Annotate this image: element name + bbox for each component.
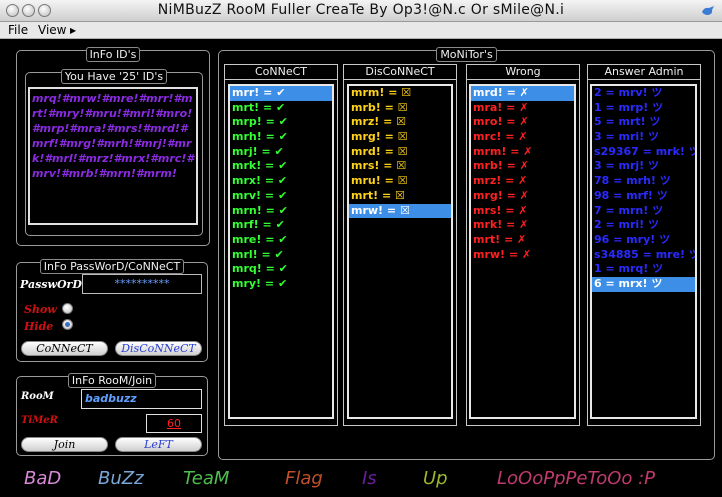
window-title: NiMBuzZ RooM Fuller CreaTe By Op3!@N.c O… [157,2,565,18]
wrong-list[interactable]: mrd! = ✗ mra! = ✗ mro! = ✗ mrc! = ✗ mrm! = ✗… [469,84,576,419]
wrong-list-item[interactable]: mra! = ✗ [471,101,574,116]
connect-list-item[interactable]: mrk! = ✔ [230,159,332,174]
footer-word: BuZz [98,468,144,489]
answer-panel-title: Answer Admin [588,65,700,80]
wrong-list-item[interactable]: mrt! = ✗ [471,233,574,248]
answer-list-item[interactable]: 3 = mrj! ツ [592,159,695,174]
connect-list-item[interactable]: mrf! = ✔ [230,218,332,233]
menu-bar: File View ▶ [0,22,722,39]
footer-word: Is [362,468,377,489]
password-label: PasswOrD [20,278,82,291]
wrong-list-item[interactable]: mro! = ✗ [471,115,574,130]
disconnect-list-item[interactable]: mrg! = ☒ [349,130,451,145]
info-ids-title: InFo ID's [85,47,141,62]
app-icon [702,6,714,15]
wrong-list-item[interactable]: mrw! = ✗ [471,248,574,263]
connect-list-item[interactable]: mrq! = ✔ [230,262,332,277]
disconnect-button[interactable]: DisCoNNeCT [115,341,202,356]
wrong-list-item[interactable]: mrk! = ✗ [471,218,574,233]
footer-word: TeaM [183,468,230,489]
menu-view[interactable]: View [38,23,66,37]
join-button[interactable]: Join [21,437,108,452]
wrong-list-item[interactable]: mrb! = ✗ [471,159,574,174]
connect-list-item[interactable]: mrl! = ✔ [230,248,332,263]
connect-list-item[interactable]: mrj! = ✔ [230,145,332,160]
disconnect-list-item[interactable]: mrs! = ☒ [349,159,451,174]
answer-list-item[interactable]: 3 = mri! ツ [592,130,695,145]
answer-list-item[interactable]: 1 = mrp! ツ [592,101,695,116]
room-input[interactable]: badbuzz [81,389,202,409]
monitor-title: MoNiTor's [436,47,497,62]
connect-list-item[interactable]: mrp! = ✔ [230,115,332,130]
connect-list-item[interactable]: mrt! = ✔ [230,101,332,116]
connect-list-item[interactable]: mrx! = ✔ [230,174,332,189]
hide-label: Hide [24,320,54,333]
disconnect-list-item[interactable]: mrz! = ☒ [349,115,451,130]
footer-word: BaD [24,468,62,489]
footer-word: Flag [285,468,323,489]
disconnect-list-item[interactable]: mrd! = ☒ [349,145,451,160]
show-radio[interactable] [62,303,73,314]
answer-list-item[interactable]: 2 = mri! ツ [592,218,695,233]
menu-file[interactable]: File [8,23,28,37]
answer-list-item[interactable]: 98 = mrf! ツ [592,189,695,204]
connect-panel-title: CoNNeCT [225,65,337,80]
wrong-list-item[interactable]: mrs! = ✗ [471,204,574,219]
ids-count-label: You Have '25' ID's [60,69,168,84]
connect-button[interactable]: CoNNeCT [21,341,108,356]
disconnect-list-item[interactable]: mrb! = ☒ [349,101,451,116]
connect-list-item[interactable]: mrr! = ✔ [230,86,332,101]
answer-list-item[interactable]: s34885 = mre! ツ [592,248,695,263]
connect-list[interactable]: mrr! = ✔ mrt! = ✔ mrp! = ✔ mrh! = ✔ mrj! = ✔… [228,84,334,419]
wrong-list-item[interactable]: mrc! = ✗ [471,130,574,145]
connect-list-item[interactable]: mry! = ✔ [230,277,332,292]
answer-list-item[interactable]: 1 = mrq! ツ [592,262,695,277]
room-label: RooM [21,391,54,402]
hide-radio[interactable] [62,319,73,330]
answer-list-item[interactable]: 5 = mrt! ツ [592,115,695,130]
wrong-list-item[interactable]: mrd! = ✗ [471,86,574,101]
wrong-list-item[interactable]: mrm! = ✗ [471,145,574,160]
title-bar: NiMBuzZ RooM Fuller CreaTe By Op3!@N.c O… [0,0,722,22]
timer-label: TiMeR [21,415,58,426]
info-room-title: InFo RooM/Join [67,373,157,388]
answer-list-item[interactable]: s29367 = mrk! ツ [592,145,695,160]
footer-word: Up [423,468,448,489]
answer-list-item[interactable]: 78 = mrh! ツ [592,174,695,189]
disconnect-list[interactable]: mrm! = ☒ mrb! = ☒ mrz! = ☒ mrg! = ☒ mrd! = ☒… [347,84,453,419]
disconnect-list-item[interactable]: mru! = ☒ [349,174,451,189]
wrong-list-item[interactable]: mrg! = ✗ [471,189,574,204]
chevron-right-icon: ▶ [70,26,77,35]
disconnect-list-item[interactable]: mrw! = ☒ [349,203,451,219]
wrong-list-item[interactable]: mrz! = ✗ [471,174,574,189]
answer-list-item[interactable]: 6 = mrx! ツ [592,276,695,292]
show-label: Show [24,303,57,316]
disconnect-list-item[interactable]: mrt! = ☒ [349,189,451,204]
left-button[interactable]: LeFT [115,437,202,452]
answer-list-item[interactable]: 2 = mrv! ツ [592,86,695,101]
answer-list-item[interactable]: 96 = mry! ツ [592,233,695,248]
disconnect-list-item[interactable]: mrm! = ☒ [349,86,451,101]
timer-input[interactable]: 60 [146,414,202,433]
info-password-title: InFo PassWorD/CoNNeCT [39,259,185,274]
answer-list[interactable]: 2 = mrv! ツ1 = mrp! ツ5 = mrt! ツ3 = mri! ツ… [590,84,697,419]
wrong-panel-title: Wrong [467,65,579,80]
answer-list-item[interactable]: 7 = mrn! ツ [592,204,695,219]
disconnect-panel-title: DisCoNNeCT [344,65,456,80]
connect-list-item[interactable]: mrv! = ✔ [230,189,332,204]
footer-word: LoOoPpPeToOo :P [497,468,656,489]
password-field[interactable]: ********** [82,274,202,294]
ids-textarea[interactable]: mrq!#mrw!#mre!#mrr!#mrt!#mry!#mru!#mri!#… [28,87,198,225]
connect-list-item[interactable]: mrh! = ✔ [230,130,332,145]
connect-list-item[interactable]: mre! = ✔ [230,233,332,248]
connect-list-item[interactable]: mrn! = ✔ [230,204,332,219]
